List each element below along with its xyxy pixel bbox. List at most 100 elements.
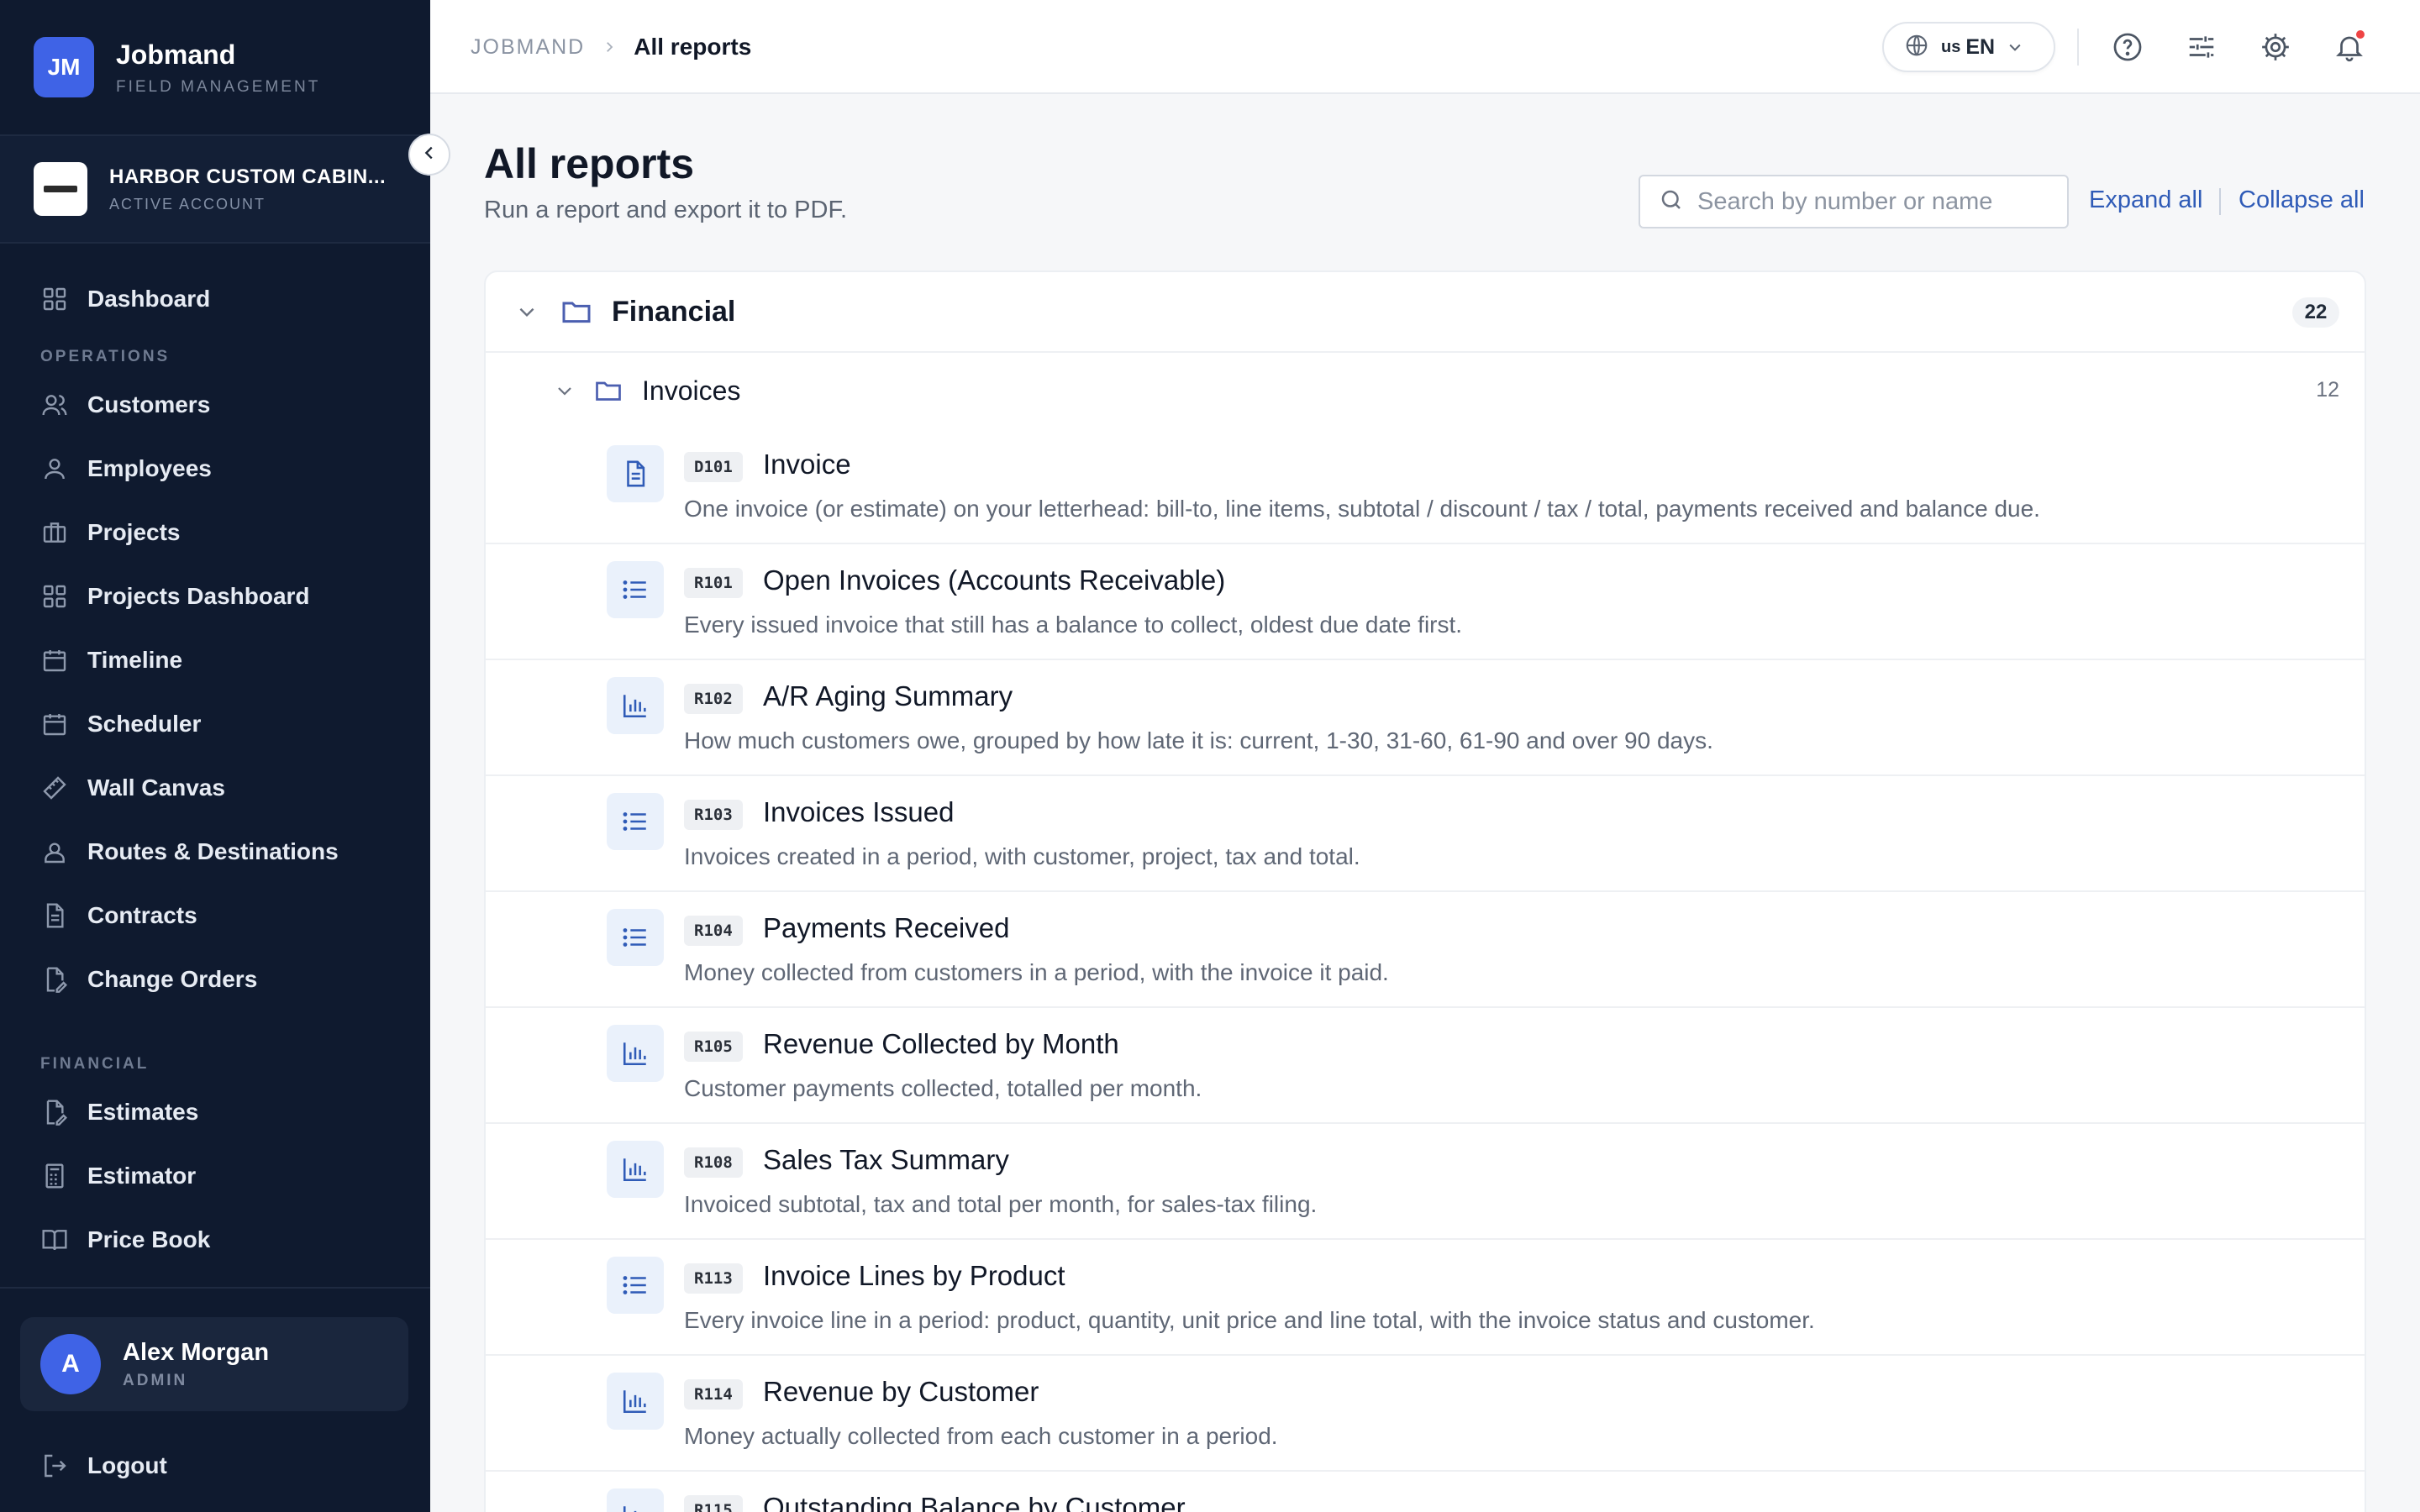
sidebar-item-estimator[interactable]: Estimator (0, 1144, 430, 1208)
report-description: How much customers owe, grouped by how l… (684, 727, 1713, 753)
calendar-icon (40, 710, 69, 738)
sidebar-item-label: Estimates (87, 1099, 199, 1125)
report-row-r101[interactable]: R101 Open Invoices (Accounts Receivable)… (486, 544, 2365, 660)
report-row-d101[interactable]: D101 Invoice One invoice (or estimate) o… (486, 428, 2365, 544)
chevron-right-icon (602, 39, 617, 55)
logout-icon (40, 1452, 69, 1480)
group-label: Financial (612, 295, 736, 328)
group-count: 22 (2292, 297, 2339, 328)
ruler-icon (40, 774, 69, 802)
logout-button[interactable]: Logout (40, 1436, 167, 1495)
avatar: A (40, 1334, 101, 1394)
divider (0, 1287, 430, 1289)
report-code: R103 (684, 800, 743, 830)
map-pin-icon (40, 837, 69, 866)
gear-icon[interactable] (2255, 27, 2296, 67)
brand[interactable]: JM Jobmand FIELD MANAGEMENT (34, 34, 320, 101)
folder-icon (560, 295, 593, 328)
report-row-r104[interactable]: R104 Payments Received Money collected f… (486, 892, 2365, 1008)
sidebar-item-customers[interactable]: Customers (0, 373, 430, 437)
sidebar-nav: Dashboard OPERATIONS Customers Employees… (0, 267, 430, 1272)
report-title: Invoices Issued (763, 796, 955, 827)
search-icon (1659, 187, 1684, 217)
language-code: EN (1965, 34, 1996, 59)
brand-logo: JM (34, 37, 94, 97)
list-icon (607, 1257, 664, 1314)
sidebar-item-label: Projects (87, 519, 181, 545)
sidebar-item-estimates[interactable]: Estimates (0, 1080, 430, 1144)
bar-chart-icon (607, 677, 664, 734)
report-row-r102[interactable]: R102 A/R Aging Summary How much customer… (486, 660, 2365, 776)
bar-chart-icon (607, 1141, 664, 1198)
notification-badge (2354, 29, 2366, 40)
list-icon (607, 561, 664, 618)
chevron-down-icon[interactable] (555, 381, 575, 401)
sidebar-item-employees[interactable]: Employees (0, 437, 430, 501)
search-input[interactable] (1697, 187, 2050, 216)
report-title: Open Invoices (Accounts Receivable) (763, 564, 1226, 596)
sidebar-item-contracts[interactable]: Contracts (0, 884, 430, 948)
section-heading-financial: FINANCIAL (40, 1055, 150, 1073)
sidebar-item-scheduler[interactable]: Scheduler (0, 692, 430, 756)
sliders-icon[interactable] (2181, 27, 2222, 67)
sidebar-item-dashboard[interactable]: Dashboard (0, 267, 430, 331)
language-selector[interactable]: us EN (1882, 22, 2055, 72)
report-title: Revenue by Customer (763, 1376, 1039, 1407)
sidebar-item-routes[interactable]: Routes & Destinations (0, 820, 430, 884)
report-row-r113[interactable]: R113 Invoice Lines by Product Every invo… (486, 1240, 2365, 1356)
report-code: R104 (684, 916, 743, 946)
sidebar-item-wall-canvas[interactable]: Wall Canvas (0, 756, 430, 820)
logout-label: Logout (87, 1452, 167, 1478)
sidebar-item-change-orders[interactable]: Change Orders (0, 948, 430, 1011)
globe-icon (1904, 33, 1929, 62)
collapse-all-button[interactable]: Collapse all (2238, 186, 2365, 214)
user-role: ADMIN (123, 1371, 188, 1389)
report-row-r103[interactable]: R103 Invoices Issued Invoices created in… (486, 776, 2365, 892)
breadcrumb-root[interactable]: JOBMAND (471, 35, 585, 60)
bar-chart-icon (607, 1025, 664, 1082)
divider (0, 134, 430, 136)
divider (0, 242, 430, 244)
sidebar-item-projects[interactable]: Projects (0, 501, 430, 564)
expand-all-button[interactable]: Expand all (2089, 186, 2202, 214)
page-subtitle: Run a report and export it to PDF. (484, 197, 847, 223)
report-title: Invoice (763, 449, 851, 480)
sidebar-item-projects-dashboard[interactable]: Projects Dashboard (0, 564, 430, 628)
group-count: 12 (2316, 378, 2339, 402)
sidebar-item-timeline[interactable]: Timeline (0, 628, 430, 692)
document-icon (40, 901, 69, 930)
grid-icon (40, 582, 69, 611)
chevron-down-icon[interactable] (516, 301, 538, 323)
bell-icon[interactable] (2329, 27, 2370, 67)
collapse-sidebar-button[interactable] (408, 134, 450, 176)
sidebar-item-label: Contracts (87, 902, 197, 928)
report-row-r105[interactable]: R105 Revenue Collected by Month Customer… (486, 1008, 2365, 1124)
account-status: ACTIVE ACCOUNT (109, 195, 266, 213)
report-code: R108 (684, 1147, 743, 1178)
grid-icon (40, 285, 69, 313)
report-description: Invoices created in a period, with custo… (684, 843, 1360, 869)
user-card[interactable]: A Alex Morgan ADMIN (20, 1317, 408, 1411)
search-box[interactable] (1639, 175, 2069, 228)
user-icon (40, 454, 69, 483)
top-bar: JOBMAND All reports us EN (430, 0, 2420, 94)
divider (2219, 188, 2221, 215)
report-row-r108[interactable]: R108 Sales Tax Summary Invoiced subtotal… (486, 1124, 2365, 1240)
report-row-r115[interactable]: R115 Outstanding Balance by Customer (486, 1472, 2365, 1512)
calendar-icon (40, 646, 69, 675)
chevron-down-icon (2007, 39, 2023, 55)
sidebar-item-label: Estimator (87, 1163, 197, 1189)
report-row-r114[interactable]: R114 Revenue by Customer Money actually … (486, 1356, 2365, 1472)
book-icon (40, 1226, 69, 1254)
breadcrumb: JOBMAND All reports (471, 0, 751, 94)
report-code: R113 (684, 1263, 743, 1294)
group-invoices[interactable]: Invoices 12 (486, 353, 2365, 428)
help-icon[interactable] (2107, 27, 2148, 67)
account-switcher[interactable]: HARBOR CUSTOM CABIN... ACTIVE ACCOUNT (0, 136, 430, 242)
sidebar-item-label: Dashboard (87, 286, 211, 312)
report-description: Money actually collected from each custo… (684, 1423, 1278, 1449)
sidebar-item-label: Change Orders (87, 966, 258, 992)
sidebar-item-price-book[interactable]: Price Book (0, 1208, 430, 1272)
calculator-icon (40, 1162, 69, 1190)
group-financial[interactable]: Financial 22 (486, 272, 2365, 353)
